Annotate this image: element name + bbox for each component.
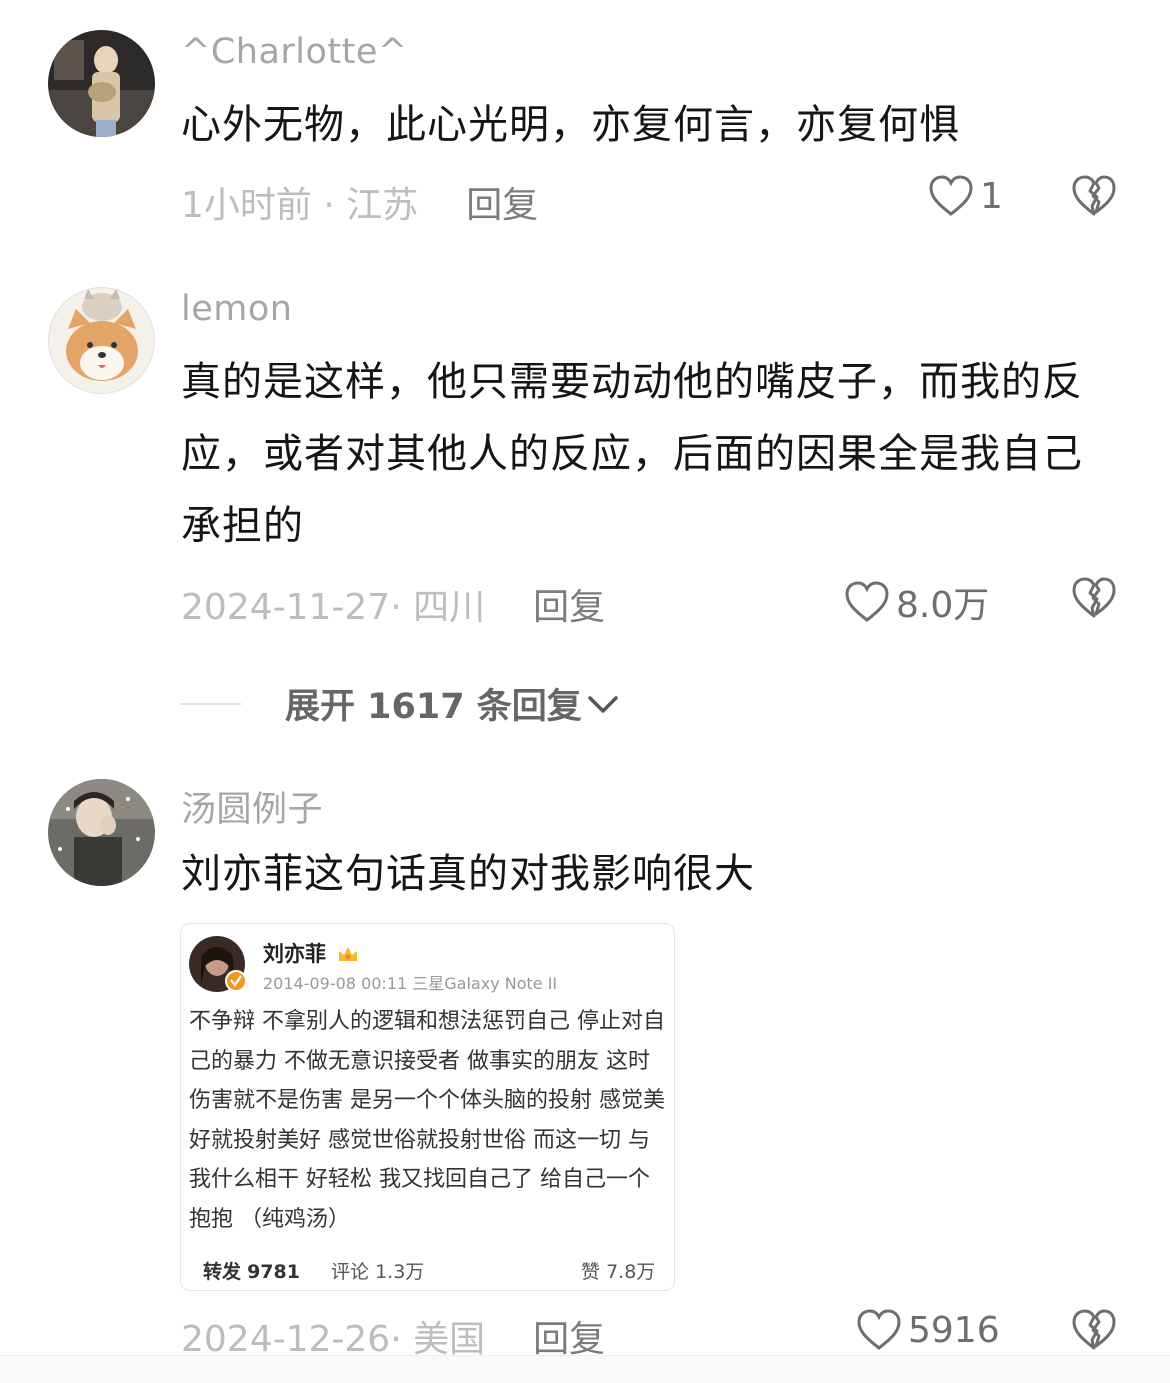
embedded-post-image[interactable]: 刘亦菲 2014-09-08 00:11 三星Galaxy Note II 不争… (180, 923, 675, 1291)
dislike-button[interactable] (1071, 576, 1117, 624)
crown-icon (339, 947, 358, 961)
comment-stat-label: 评论 (331, 1261, 370, 1283)
username[interactable]: 汤圆例子 (181, 781, 323, 832)
dislike-button[interactable] (1071, 1308, 1117, 1356)
like-button[interactable]: 8.0万 (844, 576, 989, 628)
post-meta: 2014-09-08 00:11 三星Galaxy Note II (263, 974, 558, 993)
verified-badge-icon (225, 970, 247, 992)
timestamp-location: 2024-12-26· 美国 (181, 1319, 486, 1360)
comment-meta: 2024-11-27· 四川 回复 (181, 578, 605, 630)
like-button[interactable]: 1 (928, 174, 1003, 218)
avatar[interactable] (48, 779, 155, 886)
repost-stat: 转发 9781 (203, 1257, 300, 1284)
dislike-button[interactable] (1071, 174, 1117, 222)
like-count: 5916 (908, 1309, 1000, 1351)
comment-meta: 1小时前 · 江苏 回复 (181, 176, 538, 228)
avatar[interactable] (48, 287, 155, 394)
reply-button[interactable]: 回复 (533, 587, 605, 628)
post-text: 不争辩 不拿别人的逻辑和想法惩罚自己 停止对自己的暴力 不做无意识接受者 做事实… (189, 1009, 665, 1232)
reply-button[interactable]: 回复 (533, 1319, 605, 1360)
broken-heart-icon (1072, 175, 1116, 216)
like-stat: 赞 7.8万 (581, 1257, 655, 1284)
comment-stat-count: 1.3万 (375, 1261, 425, 1283)
heart-outline-icon (857, 1309, 901, 1350)
like-count: 1 (980, 175, 1003, 217)
post-author-label: 刘亦菲 (263, 942, 326, 966)
comment-text: 真的是这样，他只需要动动他的嘴皮子，而我的反应，或者对其他人的反应，后面的因果全… (181, 359, 1083, 549)
post-author-name: 刘亦菲 (263, 938, 359, 968)
expand-replies-button[interactable]: 展开 1617 条回复 (181, 678, 620, 729)
comment-text: 心外无物，此心光明，亦复何言，亦复何惧 (181, 102, 960, 148)
heart-outline-icon (929, 175, 973, 216)
broken-heart-icon (1072, 1309, 1116, 1350)
reply-button[interactable]: 回复 (466, 185, 538, 226)
broken-heart-icon (1072, 577, 1116, 618)
comment-stat: 评论 1.3万 (331, 1257, 424, 1284)
like-button[interactable]: 5916 (856, 1308, 1000, 1352)
comment-text: 刘亦菲这句话真的对我影响很大 (181, 851, 755, 897)
divider-line (181, 702, 241, 705)
heart-outline-icon (845, 581, 889, 622)
repost-count: 9781 (247, 1261, 300, 1283)
username[interactable]: lemon (181, 289, 292, 329)
like-stat-count: 7.8万 (606, 1261, 656, 1283)
timestamp-location: 2024-11-27· 四川 (181, 587, 486, 628)
timestamp-location: 1小时前 · 江苏 (181, 185, 419, 226)
like-count: 8.0万 (896, 585, 990, 626)
username[interactable]: ^Charlotte^ (181, 32, 408, 72)
expand-replies-label: 展开 1617 条回复 (285, 687, 582, 727)
repost-label: 转发 (203, 1261, 242, 1283)
bottom-overlay (0, 1355, 1170, 1383)
chevron-down-icon (588, 695, 618, 713)
like-stat-label: 赞 (581, 1261, 601, 1283)
avatar[interactable] (48, 30, 155, 137)
